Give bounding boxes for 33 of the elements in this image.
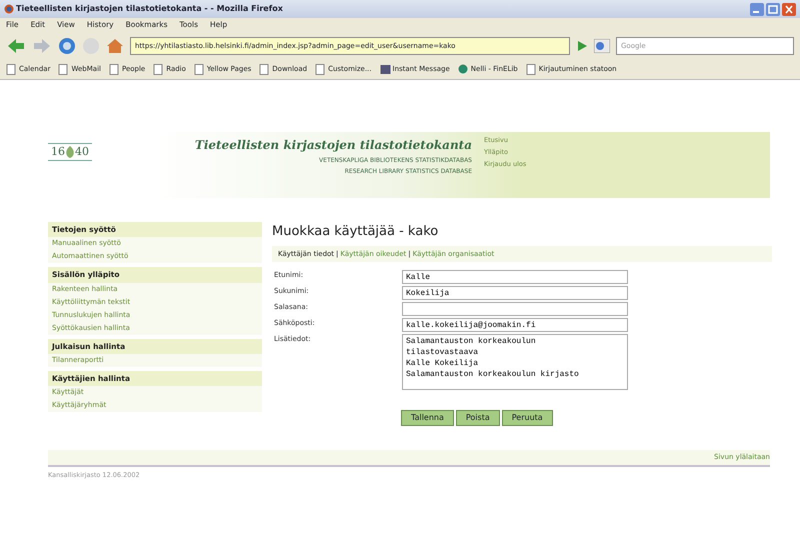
reload-icon[interactable] bbox=[58, 37, 76, 55]
page-icon[interactable] bbox=[58, 64, 70, 75]
page-icon[interactable] bbox=[6, 64, 17, 75]
site-title: Tieteellisten kirjastojen tilastotietokanta bbox=[194, 137, 472, 154]
input-field[interactable]: Kokeilija bbox=[402, 286, 628, 300]
message-icon[interactable] bbox=[380, 64, 390, 75]
close-icon[interactable] bbox=[782, 2, 796, 16]
page-icon[interactable] bbox=[194, 64, 205, 75]
input-field[interactable] bbox=[402, 302, 628, 316]
form-button[interactable]: Peruuta bbox=[502, 410, 553, 426]
page-icon[interactable] bbox=[153, 64, 164, 75]
logo-text: 16 bbox=[51, 144, 65, 160]
back-icon[interactable] bbox=[6, 37, 26, 55]
page-icon[interactable] bbox=[315, 64, 326, 75]
page-heading: Muokkaa käyttäjää - kako bbox=[272, 223, 440, 241]
go-icon[interactable] bbox=[576, 40, 588, 52]
maximize-icon[interactable] bbox=[766, 2, 780, 16]
form-button[interactable]: Tallenna bbox=[401, 410, 454, 426]
form-button[interactable]: Poista bbox=[456, 410, 500, 426]
page-icon[interactable] bbox=[108, 64, 120, 75]
input-field[interactable]: kalle.kokeilija@joomakin.fi bbox=[402, 318, 628, 332]
page-icon[interactable] bbox=[259, 64, 270, 75]
page-icon[interactable] bbox=[526, 64, 537, 75]
home-icon[interactable] bbox=[106, 37, 124, 55]
minimize-icon[interactable] bbox=[750, 2, 764, 16]
site-icon[interactable] bbox=[458, 64, 469, 75]
window-title: Tieteellisten kirjastojen tilastotietokanta - - Mozilla Firefox bbox=[16, 3, 284, 15]
logo-text: 40 bbox=[75, 144, 89, 160]
search-engine-icon[interactable] bbox=[594, 39, 610, 53]
input-field[interactable]: Kalle bbox=[402, 270, 628, 284]
leaf-icon bbox=[65, 146, 75, 158]
browser-logo-icon bbox=[4, 4, 14, 14]
text-area[interactable]: Salamantauston korkeakoulun tilastovastaava Kalle Kokeilija Salamantauston korkeakoulun kirjasto bbox=[402, 334, 628, 390]
